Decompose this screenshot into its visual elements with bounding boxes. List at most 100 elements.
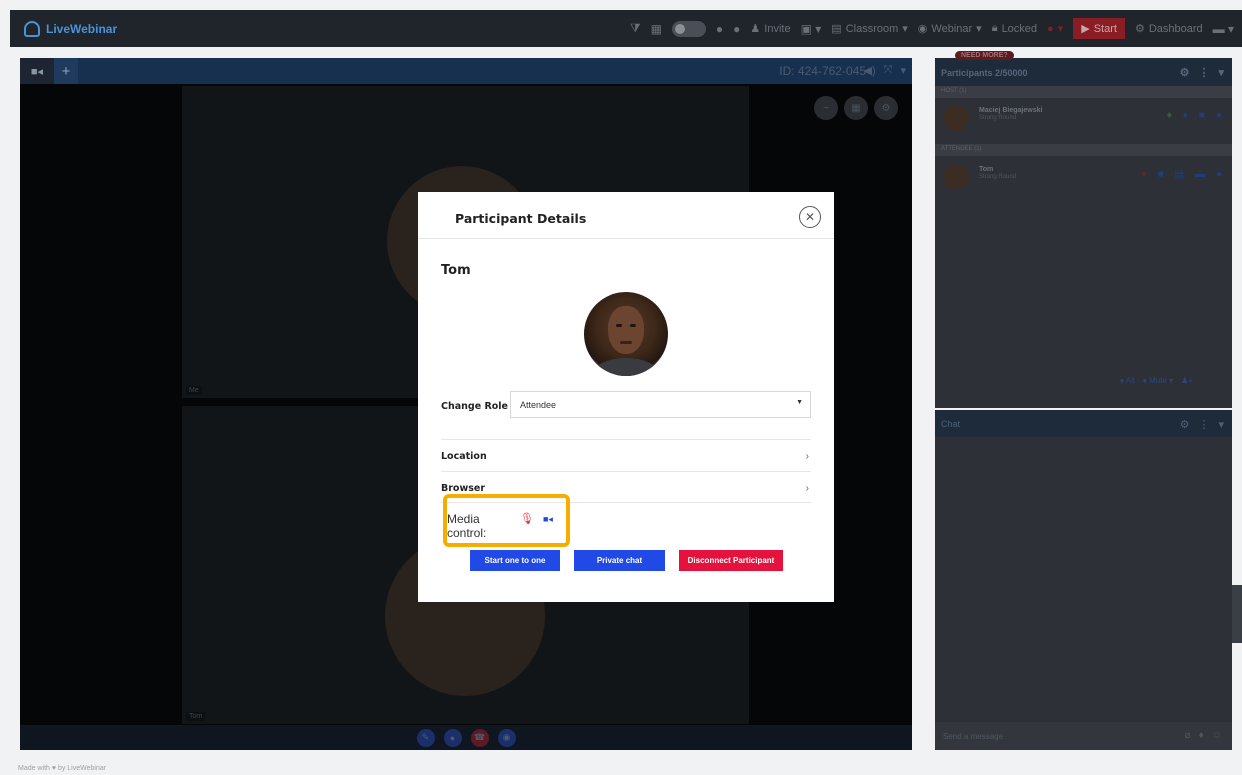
app-logo[interactable]: LiveWebinar xyxy=(24,20,118,37)
chat-input[interactable]: Send a message ⌀ ♦ ☺ xyxy=(935,722,1232,750)
chat-header: Chat ⚙ ⋮ ▾ xyxy=(935,410,1232,437)
microphone-icon[interactable]: ♦ xyxy=(1141,169,1146,180)
logo-text: LiveWebinar xyxy=(46,21,118,36)
layout-icon[interactable]: ▣ ▾ xyxy=(801,22,822,36)
chevron-down-icon[interactable]: ▾ xyxy=(1218,418,1224,431)
help-icon[interactable]: ● xyxy=(716,22,723,36)
window-icon[interactable]: ▬ xyxy=(1195,169,1205,180)
info-icon[interactable]: ● xyxy=(1216,110,1222,121)
logo-icon xyxy=(24,20,40,37)
change-role-label: Change Role xyxy=(441,401,509,412)
video-round-controls: − ▦ ⚙ xyxy=(814,96,898,120)
chevron-down-icon[interactable]: ▾ xyxy=(900,64,906,77)
participant-icons: ♦ ♦ ■ ● xyxy=(1167,110,1222,121)
chat-messages xyxy=(935,437,1232,722)
avatar-eye xyxy=(616,324,622,327)
language-flag-icon[interactable]: ▬ ▾ xyxy=(1213,22,1234,36)
toggle-switch[interactable] xyxy=(671,20,706,37)
mute-button[interactable]: ♦ Mute ▾ xyxy=(1143,376,1173,385)
gear-icon[interactable]: ⚙ xyxy=(1180,66,1190,79)
participant-row-host[interactable]: Maciej Biegajewski Strong Round ♦ ♦ ■ ● xyxy=(935,101,1232,139)
top-toolbar: LiveWebinar ⧩ ▦ ● ● ♟ Invite ▣ ▾ ▤ Classro… xyxy=(10,10,1242,47)
classroom-icon: ▤ xyxy=(831,23,842,35)
lock-button[interactable]: 🔒︎ Locked xyxy=(992,22,1037,35)
info-icon[interactable]: ● xyxy=(1216,169,1222,180)
emoji-icon[interactable]: ☺ xyxy=(1212,730,1222,741)
participants-header-icons: ⚙ ⋮ ▾ xyxy=(1180,66,1224,79)
webinar-dropdown[interactable]: ◉ Webinar ▾ xyxy=(918,22,982,36)
caret-down-icon: ▼ xyxy=(796,399,803,406)
disconnect-participant-button[interactable]: Disconnect Participant xyxy=(679,550,783,571)
record-button[interactable]: ● ▾ xyxy=(1047,22,1063,36)
chevron-down-icon[interactable]: ▾ xyxy=(1218,66,1224,79)
chevron-down-icon: ▾ xyxy=(976,23,982,35)
hangup-icon[interactable]: ☎ xyxy=(470,728,489,747)
microphone-icon: ♦ xyxy=(1142,376,1147,385)
chat-input-icons: ⌀ ♦ ☺ xyxy=(1185,730,1222,741)
more-icon[interactable]: ⋮ xyxy=(1198,418,1209,431)
gear-icon[interactable]: ⚙ xyxy=(1180,418,1190,431)
fullscreen-icon[interactable]: ⤧ xyxy=(884,64,893,77)
video-camera-icon[interactable]: ■ xyxy=(1199,110,1205,121)
participant-sub: Strong Round xyxy=(979,174,1017,180)
avatar xyxy=(943,164,969,190)
info-icon[interactable]: ● xyxy=(733,22,740,36)
video-header-icons: ◀) ⤧ ▾ xyxy=(864,64,906,77)
invite-button[interactable]: ♟ Invite xyxy=(750,22,790,36)
lock-icon: 🔒︎ xyxy=(991,22,998,34)
layout-icon[interactable]: ▦ xyxy=(844,96,868,120)
grid-icon[interactable]: ▦ xyxy=(651,22,662,36)
camera-tab[interactable]: ■◂ xyxy=(20,58,54,84)
mute-mic-icon[interactable]: ✎ xyxy=(416,728,435,747)
video-camera-icon[interactable]: ■ xyxy=(1157,169,1163,180)
filter-icon[interactable]: ⧩ xyxy=(630,21,641,36)
microphone-icon[interactable]: ♦ xyxy=(1167,110,1172,121)
location-row[interactable]: Location › xyxy=(441,439,811,470)
chat-placeholder: Send a message xyxy=(943,732,1004,741)
minus-icon[interactable]: − xyxy=(814,96,838,120)
avatar-shoulders xyxy=(594,358,658,376)
need-more-badge[interactable]: NEED MORE? xyxy=(955,51,1014,60)
add-user-icon[interactable]: ♟+ xyxy=(1181,376,1193,385)
classroom-dropdown[interactable]: ▤ Classroom ▾ xyxy=(831,22,908,36)
webinar-label: Webinar xyxy=(931,22,973,35)
tile-label: Tom xyxy=(186,712,206,721)
video-camera-icon: ■◂ xyxy=(30,65,44,78)
locked-label: Locked xyxy=(1001,22,1038,35)
attachment-icon[interactable]: ⌀ xyxy=(1185,730,1191,741)
microphone-icon[interactable]: ♦ xyxy=(1199,730,1204,741)
chevron-right-icon: › xyxy=(805,483,809,494)
microphone-icon: ♦ xyxy=(1120,376,1125,385)
avatar xyxy=(943,105,969,131)
chat-header-icons: ⚙ ⋮ ▾ xyxy=(1180,418,1224,431)
chat-icon[interactable]: ▤ xyxy=(1175,169,1184,180)
avatar-mouth xyxy=(620,341,632,344)
more-icon[interactable]: ⋮ xyxy=(1198,66,1209,79)
start-button[interactable]: ▶ Start xyxy=(1073,18,1125,39)
microphone-icon[interactable]: 🎙︎ xyxy=(520,512,534,525)
screen-share-icon[interactable]: ◉ xyxy=(497,728,516,747)
video-camera-icon[interactable]: ■◂ xyxy=(543,514,553,525)
participants-title: Participants 2/50000 xyxy=(941,68,1028,78)
all-label: All xyxy=(1125,376,1135,385)
add-tab-button[interactable]: + xyxy=(54,58,78,84)
mute-all-button[interactable]: ♦ All xyxy=(1120,376,1135,385)
dashboard-button[interactable]: ⚙ Dashboard xyxy=(1135,22,1203,36)
browser-label: Browser xyxy=(441,483,486,494)
start-one-to-one-button[interactable]: Start one to one xyxy=(470,550,560,571)
footer-credit: Made with ♥ by LiveWebinar xyxy=(18,765,107,772)
plus-icon: + xyxy=(61,62,71,80)
private-chat-button[interactable]: Private chat xyxy=(574,550,665,571)
participant-name: Tom xyxy=(979,166,994,173)
chevron-right-icon: › xyxy=(805,451,809,462)
settings-icon[interactable]: ⚙ xyxy=(874,96,898,120)
feedback-side-tab[interactable] xyxy=(1232,585,1242,643)
start-label: Start xyxy=(1093,22,1117,35)
microphone-icon[interactable]: ♦ xyxy=(1183,110,1188,121)
speaker-icon[interactable]: ◀) xyxy=(864,64,876,77)
microphone-icon[interactable]: ● xyxy=(443,728,462,747)
participant-row-attendee[interactable]: Tom Strong Round ♦ ■ ▤ ▬ ● xyxy=(935,160,1232,198)
role-select[interactable]: Attendee ▼ xyxy=(510,391,811,418)
play-icon: ▶ xyxy=(1081,23,1090,35)
close-button[interactable]: ✕ xyxy=(799,206,821,228)
